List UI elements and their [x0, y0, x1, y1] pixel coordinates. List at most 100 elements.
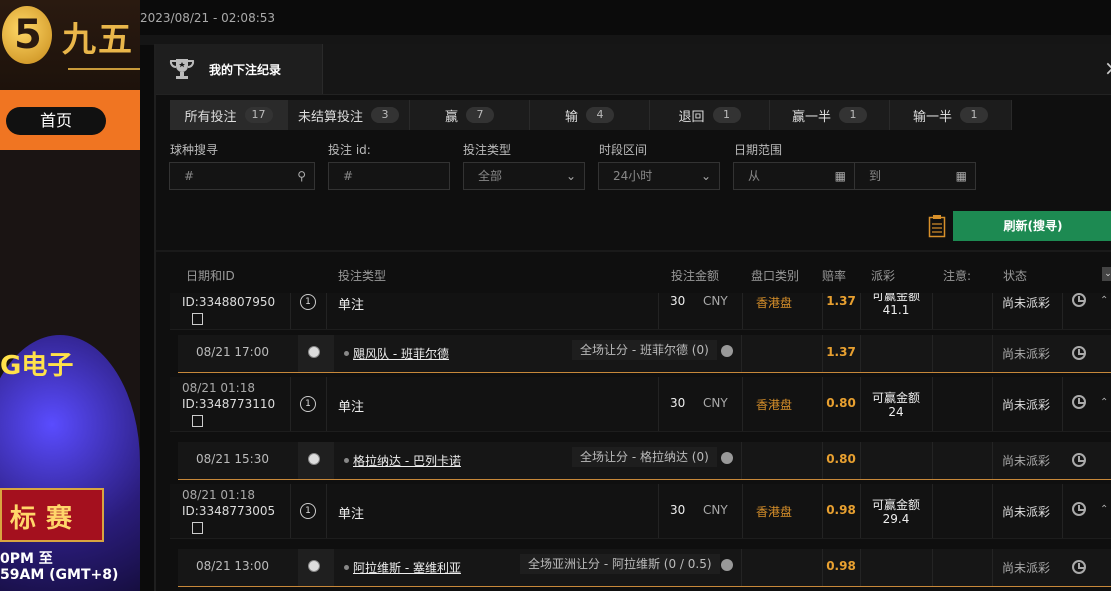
col-status: 状态 [1003, 269, 1028, 283]
info-icon[interactable] [721, 345, 733, 357]
status-value: 尚未派彩 [1002, 398, 1051, 412]
bet-type-cell: 单注 [326, 484, 659, 538]
home-button[interactable]: 首页 [6, 107, 106, 135]
tab-unsettled[interactable]: 未结算投注 3 [288, 100, 410, 130]
payout-label: 可赢金额 [871, 391, 920, 405]
match-teams-link[interactable]: 阿拉维斯 - 塞维利亚 [353, 559, 461, 576]
clipboard-icon[interactable] [928, 214, 946, 238]
clock-icon[interactable] [1072, 395, 1086, 409]
tab-won[interactable]: 赢7 [410, 100, 530, 130]
modal-title-tab[interactable]: 我的下注纪录 [156, 44, 323, 94]
bet-count-cell: 1 [290, 484, 327, 538]
amount-cell: 30 CNY [658, 484, 743, 538]
match-odds: 0.80 [826, 452, 856, 466]
odds-value: 1.37 [826, 294, 856, 308]
clock-icon[interactable] [1072, 502, 1086, 516]
date-from-input[interactable]: 从 ▦ [733, 162, 855, 190]
logo-divider [68, 68, 140, 70]
match-time: 08/21 15:30 [196, 452, 269, 466]
bet-id: ID:3348807950 [182, 295, 275, 309]
tab-label: 赢 [444, 109, 458, 125]
cell-divider [860, 549, 861, 586]
period-select[interactable]: 24小时 ⌄ [598, 162, 720, 190]
amount-value: 30 [670, 396, 686, 410]
table-row[interactable]: 08/21 01:18 ID:3348773005 1 单注 30 CNY 香港盘… [170, 484, 1111, 539]
copy-icon[interactable] [192, 522, 203, 534]
bet-type-cell: 单注 [326, 377, 659, 431]
col-market: 盘口类别 [751, 269, 800, 283]
bet-type-value: 单注 [338, 298, 365, 313]
period-label: 时段区间 [599, 143, 648, 157]
site-logo-text: 九五 [62, 20, 134, 60]
tab-refunded[interactable]: 退回 1 [650, 100, 770, 130]
clock-icon[interactable] [1072, 560, 1086, 574]
clock-icon[interactable] [1072, 293, 1086, 307]
sport-cell [298, 549, 334, 586]
bullet-icon [344, 458, 349, 463]
sport-search-label: 球种搜寻 [170, 143, 219, 157]
input-placeholder: # [184, 169, 195, 183]
refresh-search-button[interactable]: 刷新(搜寻) [953, 211, 1111, 241]
col-amount: 投注金额 [671, 269, 720, 283]
payout-value: 29.4 [882, 512, 910, 526]
collapse-icon[interactable]: ⌃ [1100, 397, 1108, 408]
trophy-icon [169, 59, 195, 79]
close-icon[interactable]: × [1104, 56, 1111, 80]
currency: CNY [703, 503, 728, 517]
copy-icon[interactable] [192, 415, 203, 427]
col-note: 注意: [943, 269, 972, 283]
clock-icon[interactable] [1072, 346, 1086, 360]
status-cell: 尚未派彩 [992, 293, 1063, 329]
bet-count-badge: 1 [300, 396, 316, 412]
match-teams-link[interactable]: 格拉纳达 - 巴列卡诺 [353, 452, 461, 469]
bet-count-cell: 1 [290, 293, 327, 329]
match-teams-link[interactable]: 飓风队 - 班菲尔德 [353, 345, 449, 362]
table-row[interactable]: 08/21 01:18 ID:3348773110 1 单注 30 CNY 香港盘… [170, 377, 1111, 432]
cell-divider [741, 335, 742, 372]
clock-cell [1062, 377, 1100, 431]
bet-id-label: 投注 id: [328, 143, 371, 157]
sport-search-input[interactable]: # ⚲ [169, 162, 315, 190]
cell-divider [992, 549, 993, 586]
amount-cell: 30 CNY [658, 293, 743, 329]
bet-id-input[interactable]: # [328, 162, 450, 190]
table-row[interactable]: ID:3348807950 1 单注 30 CNY 香港盘 1.37 可赢金额 41… [170, 293, 1111, 330]
note-cell [932, 377, 993, 431]
bet-type-cell: 单注 [326, 293, 659, 329]
cell-divider [860, 442, 861, 479]
col-odds: 赔率 [822, 269, 847, 283]
tab-half-lost[interactable]: 输一半 1 [890, 100, 1012, 130]
clock-icon[interactable] [1072, 453, 1086, 467]
soccer-ball-icon [308, 346, 320, 358]
select-value: 全部 [478, 169, 503, 183]
date-id-cell: ID:3348807950 [170, 293, 291, 329]
table-header: 日期和ID 投注类型 投注金额 盘口类别 赔率 派彩 注意: 状态 ⌄ [170, 261, 1111, 287]
cell-divider [741, 442, 742, 479]
cell-divider [860, 335, 861, 372]
promo-banner-text: 标赛 [10, 504, 83, 534]
tab-count-badge: 1 [712, 107, 741, 123]
collapse-icon[interactable]: ⌃ [1100, 504, 1108, 515]
payout-cell: 可赢金额 29.4 [860, 484, 933, 538]
col-date-id: 日期和ID [186, 269, 235, 283]
payout-cell: 可赢金额 41.1 [860, 293, 933, 329]
select-value: 24小时 [613, 169, 653, 183]
bet-date: 08/21 01:18 [182, 488, 255, 502]
bet-id-value: 3348773005 [198, 504, 276, 518]
copy-icon[interactable] [192, 313, 203, 325]
collapse-icon[interactable]: ⌃ [1100, 295, 1108, 306]
modal-header: 我的下注纪录 × [156, 44, 1111, 95]
date-to-input[interactable]: 到 ▦ [854, 162, 976, 190]
bet-type-select[interactable]: 全部 ⌄ [463, 162, 585, 190]
tab-lost[interactable]: 输4 [530, 100, 650, 130]
info-icon[interactable] [721, 452, 733, 464]
logo-char: 5 [14, 12, 42, 58]
current-datetime: 2023/08/21 - 02:08:53 [140, 11, 276, 25]
filter-tabs: 所有投注 17 未结算投注 3 赢7 输4 退回 1 赢一半 1 输一半 1 [170, 100, 1012, 130]
promo-title: G电子 [0, 351, 74, 381]
chevron-down-icon[interactable]: ⌄ [1102, 267, 1111, 281]
tab-half-won[interactable]: 赢一半 1 [770, 100, 890, 130]
tab-all[interactable]: 所有投注 17 [170, 100, 289, 130]
info-icon[interactable] [721, 559, 733, 571]
site-logo-mark: 5 [2, 6, 52, 64]
